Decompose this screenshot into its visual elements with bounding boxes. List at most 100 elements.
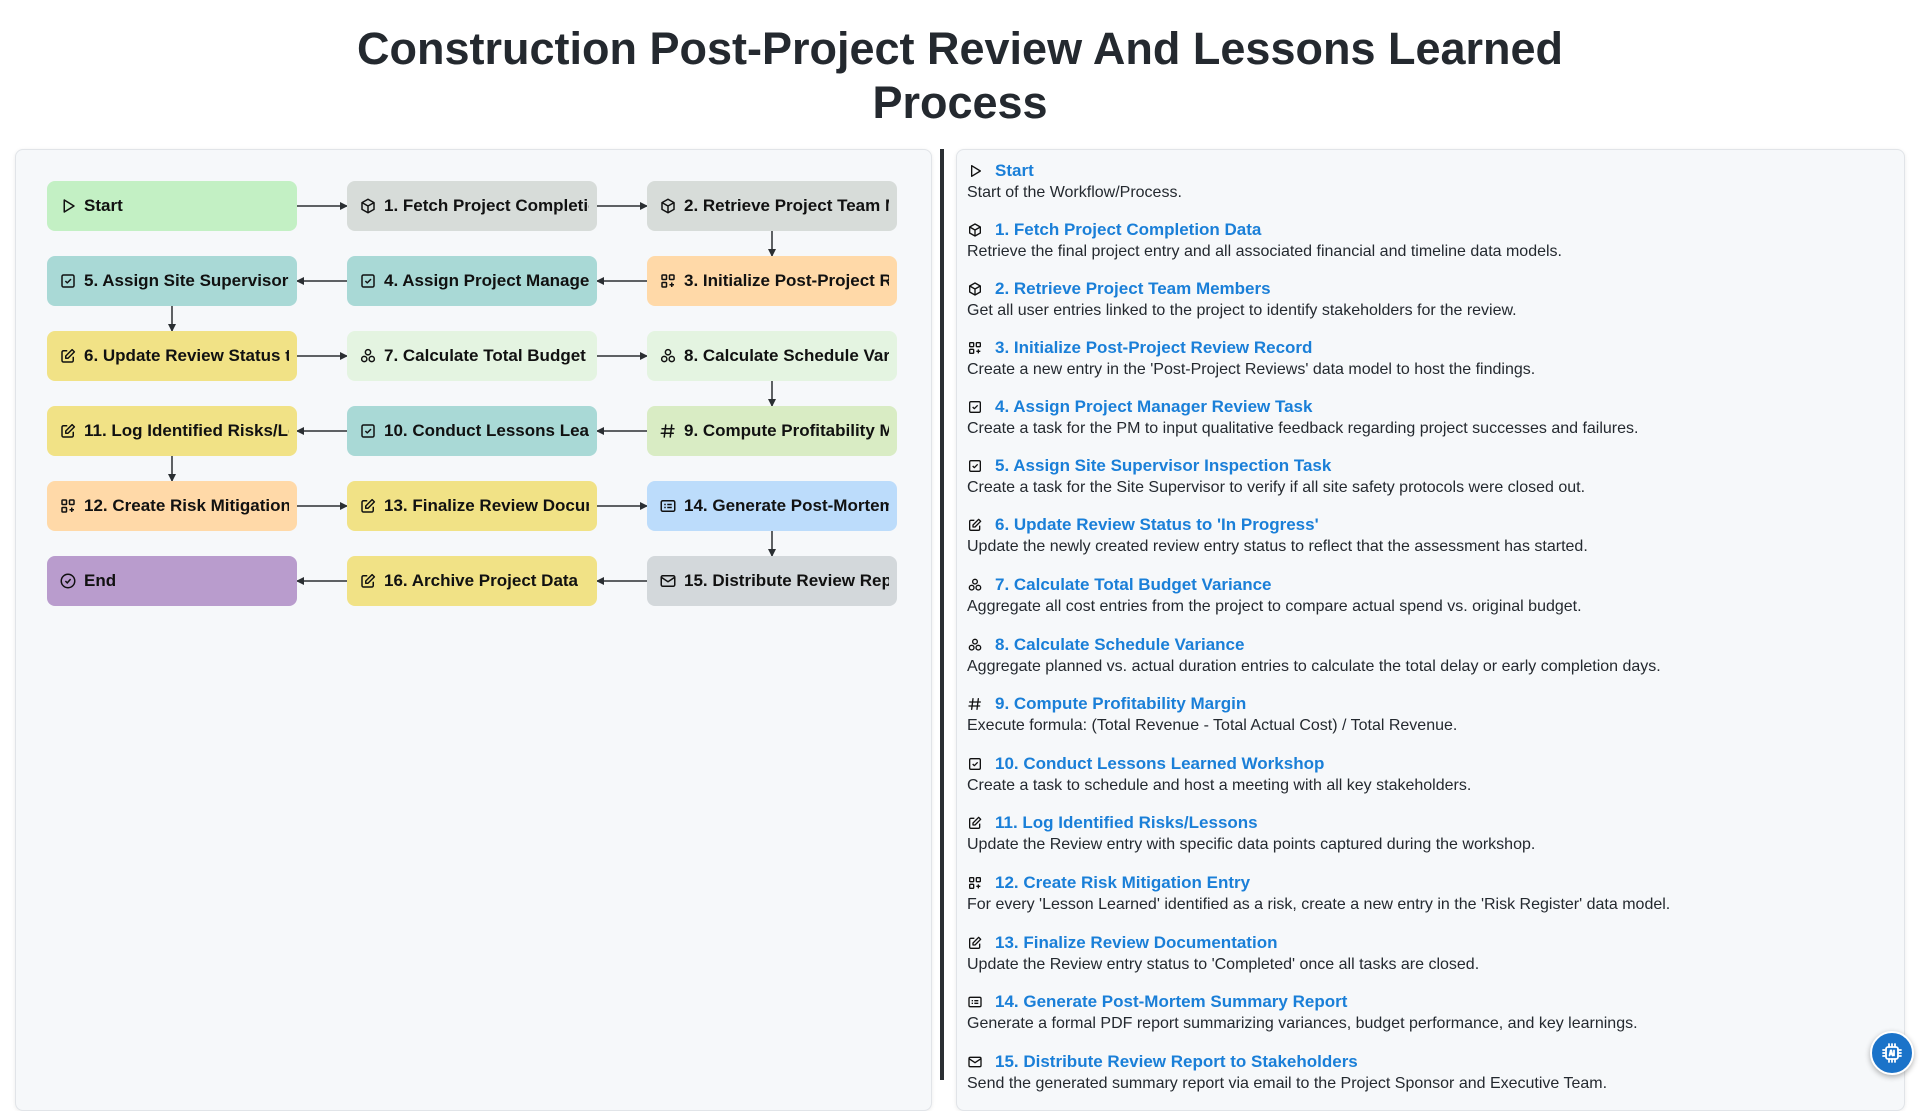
step-detail-10: 10. Conduct Lessons Learned Workshop Crea… <box>967 753 1887 795</box>
node-label: 10. Conduct Lessons Learned Workshop <box>384 421 589 440</box>
box-icon <box>967 281 983 297</box>
node-end[interactable]: End <box>47 556 297 606</box>
node-label: 13. Finalize Review Documentation <box>384 496 589 515</box>
step-detail-1: 1. Fetch Project Completion Data Retrieve… <box>967 219 1887 261</box>
grid-plus-icon <box>59 497 77 515</box>
step-detail-13: 13. Finalize Review Documentation Update … <box>967 932 1887 974</box>
step-detail-12: 12. Create Risk Mitigation Entry For ever… <box>967 872 1887 914</box>
step-title-link[interactable]: 4. Assign Project Manager Review Task <box>995 397 1312 417</box>
checkbox-icon <box>967 399 983 415</box>
step-title-link[interactable]: 1. Fetch Project Completion Data <box>995 220 1261 240</box>
node-start[interactable]: Start <box>47 181 297 231</box>
step-description: Update the newly created review entry st… <box>967 538 1588 555</box>
report-icon <box>659 497 677 515</box>
node-5-assign-site-supervisor-task[interactable]: 5. Assign Site Supervisor Inspection Tas… <box>47 256 297 306</box>
step-detail-5: 5. Assign Site Supervisor Inspection Tas… <box>967 455 1887 497</box>
step-detail-4: 4. Assign Project Manager Review Task Cre… <box>967 396 1887 438</box>
check-circle-icon <box>59 572 77 590</box>
node-6-update-review-status[interactable]: 6. Update Review Status to 'In Progress' <box>47 331 297 381</box>
node-label: 2. Retrieve Project Team Members <box>684 196 889 215</box>
step-description: Send the generated summary report via em… <box>967 1075 1608 1092</box>
node-4-assign-pm-review-task[interactable]: 4. Assign Project Manager Review Task <box>347 256 597 306</box>
box-icon <box>967 222 983 238</box>
node-15-distribute-review-report[interactable]: 15. Distribute Review Report to Stakehol… <box>647 556 897 606</box>
step-description: Get all user entries linked to the proje… <box>967 302 1517 319</box>
node-13-finalize-review-documentation[interactable]: 13. Finalize Review Documentation <box>347 481 597 531</box>
node-7-calculate-budget-variance[interactable]: 7. Calculate Total Budget Variance <box>347 331 597 381</box>
node-label: 9. Compute Profitability Margin <box>684 421 889 440</box>
step-title-link[interactable]: 9. Compute Profitability Margin <box>995 694 1246 714</box>
step-description: Retrieve the final project entry and all… <box>967 243 1562 260</box>
step-title-link[interactable]: 15. Distribute Review Report to Stakehol… <box>995 1052 1358 1072</box>
node-12-create-risk-mitigation-entry[interactable]: 12. Create Risk Mitigation Entry <box>47 481 297 531</box>
aggregate-icon <box>359 347 377 365</box>
edit-icon <box>59 422 77 440</box>
node-label: 16. Archive Project Data <box>384 571 579 590</box>
step-description: Aggregate all cost entries from the proj… <box>967 598 1582 615</box>
step-title-link[interactable]: 13. Finalize Review Documentation <box>995 933 1277 953</box>
flow-diagram-panel: Start 1. Fetch Project Completion Data 2… <box>15 149 932 1111</box>
grid-plus-icon <box>659 272 677 290</box>
checkbox-icon <box>967 756 983 772</box>
node-label: 11. Log Identified Risks/Lessons <box>84 421 289 440</box>
node-1-fetch-project-completion-data[interactable]: 1. Fetch Project Completion Data <box>347 181 597 231</box>
step-detail-6: 6. Update Review Status to 'In Progress'… <box>967 514 1887 556</box>
node-label: 4. Assign Project Manager Review Task <box>384 271 589 290</box>
panel-divider[interactable] <box>940 149 944 1080</box>
step-title-link[interactable]: 2. Retrieve Project Team Members <box>995 279 1271 299</box>
step-details-panel: Start Start of the Workflow/Process. 1. F… <box>956 149 1905 1111</box>
step-description: Generate a formal PDF report summarizing… <box>967 1015 1638 1032</box>
node-label: 12. Create Risk Mitigation Entry <box>84 496 289 515</box>
step-detail-7: 7. Calculate Total Budget Variance Aggreg… <box>967 574 1887 616</box>
aggregate-icon <box>659 347 677 365</box>
step-description: Create a task to schedule and host a mee… <box>967 777 1472 794</box>
node-label: 8. Calculate Schedule Variance <box>684 346 889 365</box>
step-detail-8: 8. Calculate Schedule Variance Aggregate … <box>967 634 1887 676</box>
node-11-log-identified-risks[interactable]: 11. Log Identified Risks/Lessons <box>47 406 297 456</box>
step-title-link[interactable]: 7. Calculate Total Budget Variance <box>995 575 1272 595</box>
edit-icon <box>359 497 377 515</box>
step-description: Start of the Workflow/Process. <box>967 184 1182 201</box>
step-description: Create a task for the Site Supervisor to… <box>967 479 1586 496</box>
checkbox-icon <box>59 272 77 290</box>
step-title-link[interactable]: Start <box>995 161 1034 181</box>
node-label: End <box>84 571 117 590</box>
node-label: 14. Generate Post-Mortem Summary Report <box>684 496 889 515</box>
node-3-initialize-review-record[interactable]: 3. Initialize Post-Project Review Record <box>647 256 897 306</box>
node-10-conduct-lessons-workshop[interactable]: 10. Conduct Lessons Learned Workshop <box>347 406 597 456</box>
step-title-link[interactable]: 3. Initialize Post-Project Review Record <box>995 338 1312 358</box>
step-title-link[interactable]: 5. Assign Site Supervisor Inspection Tas… <box>995 456 1331 476</box>
node-14-generate-summary-report[interactable]: 14. Generate Post-Mortem Summary Report <box>647 481 897 531</box>
step-description: For every 'Lesson Learned' identified as… <box>967 896 1671 913</box>
checkbox-icon <box>967 458 983 474</box>
step-title-link[interactable]: 6. Update Review Status to 'In Progress' <box>995 515 1319 535</box>
node-label: 3. Initialize Post-Project Review Record <box>684 271 889 290</box>
formula-icon <box>659 422 677 440</box>
play-icon <box>967 163 983 179</box>
node-8-calculate-schedule-variance[interactable]: 8. Calculate Schedule Variance <box>647 331 897 381</box>
node-9-compute-profitability-margin[interactable]: 9. Compute Profitability Margin <box>647 406 897 456</box>
edit-icon <box>967 517 983 533</box>
node-16-archive-project-data[interactable]: 16. Archive Project Data <box>347 556 597 606</box>
node-label: 7. Calculate Total Budget Variance <box>384 346 589 365</box>
step-title-link[interactable]: 14. Generate Post-Mortem Summary Report <box>995 992 1347 1012</box>
node-2-retrieve-project-team-members[interactable]: 2. Retrieve Project Team Members <box>647 181 897 231</box>
box-icon <box>359 197 377 215</box>
step-detail-15: 15. Distribute Review Report to Stakehol… <box>967 1051 1887 1093</box>
chip-assistant-button[interactable] <box>1870 1031 1914 1075</box>
step-title-link[interactable]: 10. Conduct Lessons Learned Workshop <box>995 754 1324 774</box>
node-label: 1. Fetch Project Completion Data <box>384 196 589 215</box>
report-icon <box>967 994 983 1010</box>
step-title-link[interactable]: 11. Log Identified Risks/Lessons <box>995 813 1258 833</box>
mail-icon <box>659 572 677 590</box>
chip-icon <box>1882 1043 1902 1063</box>
step-title-link[interactable]: 8. Calculate Schedule Variance <box>995 635 1244 655</box>
edit-icon <box>59 347 77 365</box>
step-title-link[interactable]: 12. Create Risk Mitigation Entry <box>995 873 1250 893</box>
page-title: Construction Post-Project Review And Les… <box>0 22 1920 130</box>
aggregate-icon <box>967 637 983 653</box>
node-label: 6. Update Review Status to 'In Progress' <box>84 346 289 365</box>
edit-icon <box>967 815 983 831</box>
edit-icon <box>967 935 983 951</box>
step-detail-11: 11. Log Identified Risks/Lessons Update t… <box>967 812 1887 854</box>
